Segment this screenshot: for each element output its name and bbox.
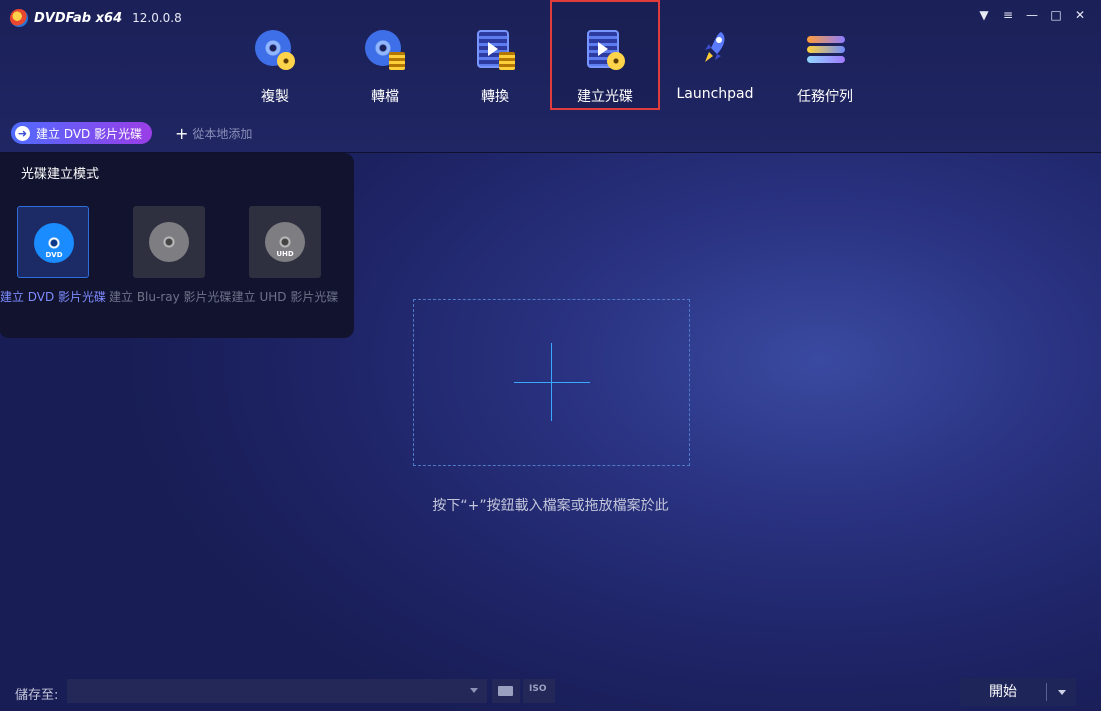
panel-title: 光碟建立模式 — [21, 167, 100, 182]
arrow-right-icon: ➜ — [15, 125, 30, 141]
app-brand: DVDFab x64 — [34, 10, 123, 26]
iso-icon: ISO — [529, 684, 547, 694]
nav-label: 建立光碟 — [577, 89, 633, 105]
nav-label: 轉換 — [481, 89, 509, 105]
uhd-disc-tile: UHD — [249, 206, 321, 278]
nav-converter[interactable]: 轉換 — [440, 0, 550, 110]
save-to-label: 儲存至: — [15, 688, 59, 703]
bluray-disc-tile — [133, 206, 205, 278]
app-logo: DVDFab x64 12.0.0.8 — [10, 9, 182, 27]
window-controls: ▼ ≡ — □ ✕ — [977, 8, 1087, 22]
create-mode-button[interactable]: ➜ 建立 DVD 影片光碟 — [11, 122, 153, 144]
video-converter-icon — [473, 28, 517, 72]
mode-uhd[interactable]: UHD 建立 UHD 影片光碟 — [225, 206, 345, 305]
maximize-icon[interactable]: □ — [1049, 8, 1063, 22]
mode-bluray[interactable]: 建立 Blu-ray 影片光碟 — [109, 206, 232, 305]
dvd-disc-tile: DVD — [17, 206, 89, 278]
skin-icon[interactable]: ▼ — [977, 8, 991, 22]
mode-dvd[interactable]: DVD 建立 DVD 影片光碟 — [0, 206, 113, 305]
nav-label: 任務佇列 — [797, 89, 853, 105]
disc-copy-icon — [253, 28, 297, 72]
dvdfab-logo-icon — [10, 9, 28, 27]
rocket-icon — [693, 28, 737, 72]
nav-label: 轉檔 — [371, 89, 399, 105]
add-from-local-label: 從本地添加 — [192, 127, 253, 141]
start-button[interactable]: 開始 — [960, 678, 1046, 706]
disc-text: DVD — [45, 251, 63, 259]
disc-text: UHD — [276, 250, 294, 258]
close-icon[interactable]: ✕ — [1073, 8, 1087, 22]
sub-toolbar: ➜ 建立 DVD 影片光碟 + 從本地添加 — [0, 115, 1101, 153]
disc-creator-icon — [583, 28, 627, 72]
mode-label: 建立 UHD 影片光碟 — [231, 290, 339, 304]
save-path-input[interactable] — [67, 679, 487, 703]
nav-ripper[interactable]: 轉檔 — [330, 0, 440, 110]
task-queue-icon — [803, 28, 847, 72]
bottom-bar: 儲存至: ISO 開始 — [0, 676, 1101, 711]
iso-button[interactable]: ISO — [523, 679, 555, 703]
chevron-down-icon[interactable] — [470, 688, 478, 693]
nav-label: Launchpad — [676, 86, 754, 102]
add-plus-icon-vertical — [551, 343, 552, 421]
nav-copy[interactable]: 複製 — [220, 0, 330, 110]
minimize-icon[interactable]: — — [1025, 8, 1039, 22]
menu-icon[interactable]: ≡ — [1001, 8, 1015, 22]
nav-label: 複製 — [261, 89, 289, 105]
folder-icon[interactable] — [492, 679, 520, 703]
start-dropdown-icon[interactable] — [1047, 678, 1076, 706]
create-mode-label: 建立 DVD 影片光碟 — [36, 126, 143, 141]
plus-icon: + — [175, 123, 189, 143]
bluray-disc-icon — [149, 222, 189, 262]
add-plus-icon — [514, 382, 590, 383]
nav-creator[interactable]: 建立光碟 — [550, 0, 660, 110]
mode-label: 建立 DVD 影片光碟 — [0, 290, 107, 304]
main-nav: 複製 轉檔 轉換 建立光碟 Launchpad 任務佇列 — [220, 0, 880, 110]
drop-hint: 按下“+”按鈕載入檔案或拖放檔案於此 — [432, 498, 669, 514]
drop-zone[interactable] — [413, 299, 690, 466]
disc-ripper-icon — [363, 28, 407, 72]
top-bar: DVDFab x64 12.0.0.8 ▼ ≡ — □ ✕ 複製 轉檔 轉換 建… — [0, 0, 1101, 153]
nav-launchpad[interactable]: Launchpad — [660, 0, 770, 110]
creation-mode-panel: 光碟建立模式 DVD 建立 DVD 影片光碟 建立 Blu-ray 影片光碟 U… — [0, 153, 354, 338]
mode-label: 建立 Blu-ray 影片光碟 — [109, 290, 232, 304]
start-button-group: 開始 — [960, 678, 1076, 706]
add-from-local-button[interactable]: + 從本地添加 — [175, 125, 252, 142]
app-version: 12.0.0.8 — [132, 11, 182, 25]
nav-task-queue[interactable]: 任務佇列 — [770, 0, 880, 110]
